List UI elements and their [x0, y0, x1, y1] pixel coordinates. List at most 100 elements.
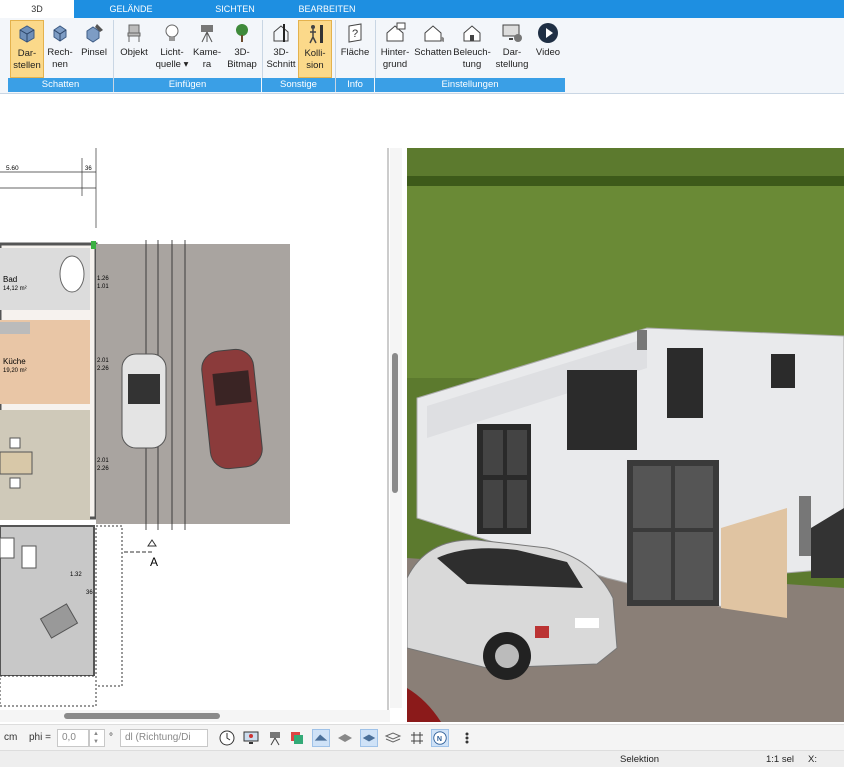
schatten-label: Schatten: [414, 47, 452, 58]
bottom-toolbar: cm phi = 0,0 ▲ ▼ ° dl (Richtung/Di N: [0, 724, 844, 750]
grid-icon[interactable]: [408, 729, 426, 747]
room-kueche-area: 19,20 m²: [3, 368, 27, 374]
beleuchtung-button[interactable]: Beleuch- tung: [453, 20, 491, 78]
floor-plan-view[interactable]: 5.60 36 Bad 14,12 m² Küche 19,20 m² 1.26…: [0, 148, 404, 722]
group-schatten: Schatten: [8, 78, 113, 92]
3d-bitmap-button[interactable]: 3D- Bitmap: [224, 20, 260, 78]
tree-icon: [236, 24, 248, 42]
layers-color-icon[interactable]: [288, 729, 306, 747]
texture-icon[interactable]: [336, 729, 354, 747]
stepper-down-icon[interactable]: ▼: [93, 738, 104, 746]
dim-r5: 2.01: [97, 458, 109, 464]
room-bad-area: 14,12 m²: [3, 286, 27, 292]
hintergrund-label: Hinter- grund: [380, 47, 410, 70]
group-einfuegen: Einfügen: [114, 78, 261, 92]
brush-icon: [86, 24, 103, 43]
room-bad-name: Bad: [3, 275, 17, 284]
video-label: Video: [535, 47, 561, 58]
3d-view[interactable]: [407, 148, 844, 722]
kollision-label: Kolli- sion: [304, 48, 326, 71]
tab-3d[interactable]: 3D: [0, 0, 74, 18]
darstellung-label: Dar- stellung: [495, 47, 529, 70]
lichtquelle-button[interactable]: Licht- quelle ▾: [154, 20, 190, 78]
status-scale: 1:1 sel: [766, 754, 794, 765]
ribbon: Dar- stellen Rech- nen Pinsel Objekt Lic…: [0, 18, 844, 94]
pinsel-button[interactable]: Pinsel: [78, 20, 110, 78]
cube-render-icon: [19, 25, 35, 43]
camera-tripod-icon: [201, 25, 213, 43]
stack-icon[interactable]: [384, 729, 402, 747]
section-marker-a: A: [150, 555, 158, 569]
schatten-button[interactable]: Schatten: [414, 20, 452, 78]
person-collision-icon: [309, 25, 323, 44]
dim-r6: 2.26: [97, 466, 109, 472]
kamera-button[interactable]: Kame- ra: [192, 20, 222, 78]
darstellen-label: Dar- stellen: [13, 48, 41, 71]
tab-gelaende[interactable]: GELÄNDE: [96, 0, 166, 18]
dim-r3: 2.01: [97, 358, 109, 364]
tab-bearbeiten[interactable]: BEARBEITEN: [288, 0, 366, 18]
section-cut-icon: [273, 24, 289, 42]
pinsel-label: Pinsel: [81, 47, 107, 58]
monitor-icon[interactable]: [242, 729, 260, 747]
scrollbar-thumb[interactable]: [392, 353, 398, 493]
dim-r1: 1.26: [97, 276, 109, 282]
kamera-label: Kame- ra: [193, 47, 221, 70]
kollision-button[interactable]: Kolli- sion: [298, 20, 332, 78]
plan-horizontal-scrollbar[interactable]: [0, 710, 390, 722]
objekt-button[interactable]: Objekt: [116, 20, 152, 78]
light-bulb-icon: [165, 24, 179, 41]
chair-icon: [127, 24, 141, 42]
video-button[interactable]: Video: [532, 20, 564, 78]
phi-input[interactable]: 0,0: [57, 729, 89, 747]
phi-stepper[interactable]: ▲ ▼: [89, 729, 105, 747]
darstellung-button[interactable]: Dar- stellung: [493, 20, 531, 78]
darstellen-button[interactable]: Dar- stellen: [10, 20, 44, 78]
unit-label: cm: [4, 732, 18, 743]
status-x-coordinate: X:: [808, 754, 817, 765]
stepper-up-icon[interactable]: ▲: [93, 730, 104, 738]
tab-sichten[interactable]: SICHTEN: [200, 0, 270, 18]
group-sonstige: Sonstige: [262, 78, 335, 92]
phi-label: phi =: [29, 732, 51, 743]
svg-text:?: ?: [352, 28, 358, 40]
beleuchtung-label: Beleuch- tung: [453, 47, 491, 70]
dim-r4: 2.26: [97, 366, 109, 372]
group-info: Info: [336, 78, 374, 92]
area-info-icon: ?: [348, 23, 362, 43]
lichtquelle-label: Licht- quelle ▾: [155, 47, 189, 70]
flaeche-button[interactable]: ? Fläche: [337, 20, 373, 78]
group-einstellungen: Einstellungen: [375, 78, 565, 92]
floor-plan-drawing: 5.60 36 Bad 14,12 m² Küche 19,20 m² 1.26…: [0, 148, 389, 710]
house-light-icon: [463, 25, 481, 42]
3d-bitmap-label: 3D- Bitmap: [227, 47, 257, 70]
terrain-icon[interactable]: [312, 729, 330, 747]
monitor-settings-icon: [502, 24, 522, 42]
status-mode: Selektion: [620, 754, 660, 765]
play-circle-icon: [538, 23, 558, 43]
camera-view-icon[interactable]: [266, 729, 284, 747]
hintergrund-button[interactable]: Hinter- grund: [377, 20, 413, 78]
status-bar: Selektion 1:1 sel X:: [0, 750, 844, 767]
3d-scene-render: [407, 148, 844, 722]
degree-label: °: [109, 732, 113, 743]
rechnen-label: Rech- nen: [47, 47, 73, 70]
more-options-icon[interactable]: [458, 729, 476, 747]
room-kueche-name: Küche: [3, 357, 26, 366]
north-icon[interactable]: N: [431, 729, 449, 747]
3d-schnitt-label: 3D- Schnitt: [266, 47, 296, 70]
flaeche-label: Fläche: [340, 47, 370, 58]
house-background-icon: [386, 22, 406, 42]
dim-r2: 1.01: [97, 284, 109, 290]
clock-icon[interactable]: [218, 729, 236, 747]
objekt-label: Objekt: [120, 47, 148, 58]
plan-vertical-scrollbar[interactable]: [390, 148, 402, 708]
cube-calc-icon: [53, 25, 67, 42]
svg-text:N: N: [437, 735, 442, 743]
ribbon-tab-bar: 3D GELÄNDE SICHTEN BEARBEITEN: [0, 0, 844, 18]
scrollbar-thumb[interactable]: [64, 713, 220, 719]
floor-plane-icon[interactable]: [360, 729, 378, 747]
direction-input[interactable]: dl (Richtung/Di: [120, 729, 208, 747]
rechnen-button[interactable]: Rech- nen: [45, 20, 75, 78]
3d-schnitt-button[interactable]: 3D- Schnitt: [264, 20, 298, 78]
